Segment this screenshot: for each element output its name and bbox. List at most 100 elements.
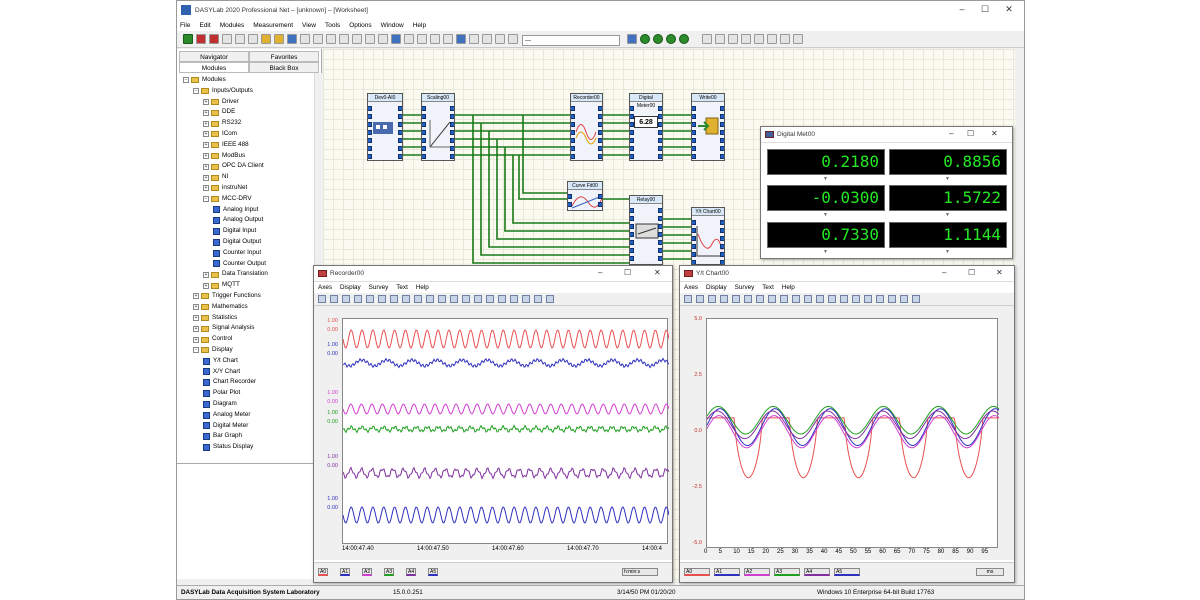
module-pin[interactable] (692, 228, 696, 233)
module-pin[interactable] (720, 236, 724, 241)
tree-item[interactable]: + Data Translation (203, 269, 268, 280)
module-pin[interactable] (598, 106, 602, 111)
module-pin[interactable] (598, 130, 602, 135)
tree-item[interactable]: Chart Recorder (203, 377, 256, 388)
toolbar-combo[interactable]: --- (522, 35, 620, 46)
expand-icon[interactable]: + (203, 109, 209, 116)
module-pin[interactable] (658, 216, 662, 221)
module-pin[interactable] (630, 106, 634, 111)
tree-item[interactable]: + RS232 (203, 118, 241, 129)
module-pin[interactable] (630, 224, 634, 229)
toolbar-button-icon[interactable] (352, 34, 362, 44)
digital-meter-window[interactable]: Digital Met00 – ☐ ✕ 0.2180 0.8856 -0.030… (760, 126, 1013, 259)
module-pin[interactable] (720, 228, 724, 233)
chart-tool-icon[interactable] (720, 295, 728, 303)
module-pin[interactable] (568, 202, 572, 207)
module-pin[interactable] (422, 146, 426, 151)
chart-tool-icon[interactable] (474, 295, 482, 303)
tree-item[interactable]: Polar Plot (203, 388, 240, 399)
chart-tool-icon[interactable] (756, 295, 764, 303)
module-pin[interactable] (398, 138, 402, 143)
module-pin[interactable] (398, 154, 402, 159)
toolbar-run-icon[interactable] (627, 34, 637, 44)
expand-icon[interactable]: − (203, 196, 209, 203)
module-write00[interactable]: Write00 (691, 93, 725, 161)
module-pin[interactable] (658, 224, 662, 229)
chart-tool-icon[interactable] (684, 295, 692, 303)
chart-tool-icon[interactable] (768, 295, 776, 303)
expand-icon[interactable]: + (203, 120, 209, 127)
tree-item[interactable]: + ICom (203, 129, 237, 140)
digital-meter-maximize[interactable]: ☐ (967, 129, 974, 138)
chart-tool-icon[interactable] (900, 295, 908, 303)
toolbar-run-icon[interactable] (666, 34, 676, 44)
module-pin[interactable] (598, 122, 602, 127)
module-pin[interactable] (598, 114, 602, 119)
chart-tool-icon[interactable] (792, 295, 800, 303)
tree-item[interactable]: X/Y Chart (203, 367, 240, 378)
tree-item[interactable]: + instruNet (203, 183, 247, 194)
module-pin[interactable] (398, 130, 402, 135)
expand-icon[interactable]: + (193, 336, 199, 343)
expand-icon[interactable]: − (193, 88, 199, 95)
module-pin[interactable] (450, 106, 454, 111)
toolbar-button-icon[interactable] (222, 34, 232, 44)
expand-icon[interactable]: − (193, 347, 199, 354)
chart-tool-icon[interactable] (522, 295, 530, 303)
module-pin[interactable] (658, 240, 662, 245)
menu-file[interactable]: File (180, 22, 190, 29)
expand-icon[interactable]: + (203, 152, 209, 159)
module-pin[interactable] (692, 114, 696, 119)
module-pin[interactable] (450, 114, 454, 119)
module-pin[interactable] (598, 194, 602, 199)
toolbar-button-icon[interactable] (780, 34, 790, 44)
module-pin[interactable] (658, 256, 662, 261)
chart-tool-icon[interactable] (390, 295, 398, 303)
expand-icon[interactable]: + (193, 325, 199, 332)
yt-channel-A3[interactable]: A3 (774, 568, 800, 576)
toolbar-button-icon[interactable] (313, 34, 323, 44)
chart-tool-icon[interactable] (804, 295, 812, 303)
module-pin[interactable] (720, 244, 724, 249)
toolbar-run-icon[interactable] (653, 34, 663, 44)
module-pin[interactable] (368, 146, 372, 151)
tree-item[interactable]: − Inputs/Outputs (193, 86, 253, 97)
menu-edit[interactable]: Edit (199, 22, 210, 29)
module-pin[interactable] (422, 138, 426, 143)
recorder-minimize[interactable]: – (598, 268, 602, 277)
yt-channel-A2[interactable]: A2 (744, 568, 770, 576)
chart-tool-icon[interactable] (342, 295, 350, 303)
module-pin[interactable] (658, 146, 662, 151)
toolbar-button-icon[interactable] (404, 34, 414, 44)
digital-meter-close[interactable]: ✕ (991, 129, 998, 138)
module-pin[interactable] (630, 256, 634, 261)
chart-tool-icon[interactable] (912, 295, 920, 303)
tree-item[interactable]: + Statistics (193, 313, 237, 324)
tree-item[interactable]: Analog Input (213, 205, 258, 216)
menu-measurement[interactable]: Measurement (253, 22, 293, 29)
module-pin[interactable] (720, 154, 724, 159)
module-pin[interactable] (692, 154, 696, 159)
tree-item[interactable]: + Trigger Functions (193, 291, 261, 302)
module-pin[interactable] (450, 146, 454, 151)
toolbar-button-icon[interactable] (261, 34, 271, 44)
tree-item[interactable]: Y/t Chart (203, 356, 238, 367)
expand-icon[interactable]: + (193, 293, 199, 300)
menu-options[interactable]: Options (349, 22, 371, 29)
yt-chart-window[interactable]: Y/t Chart00 – ☐ ✕ Axes Display Survey Te… (679, 265, 1015, 583)
toolbar-button-icon[interactable] (715, 34, 725, 44)
module-pin[interactable] (398, 146, 402, 151)
module-pin[interactable] (630, 248, 634, 253)
toolbar-button-icon[interactable] (365, 34, 375, 44)
expand-icon[interactable]: + (203, 142, 209, 149)
chart-tool-icon[interactable] (780, 295, 788, 303)
menu-help[interactable]: Help (413, 22, 426, 29)
module-pin[interactable] (720, 114, 724, 119)
tree-item[interactable]: − Modules (183, 75, 226, 86)
expand-icon[interactable]: + (203, 271, 209, 278)
module-pin[interactable] (720, 146, 724, 151)
recorder-channel-A0[interactable]: A0 (318, 568, 329, 576)
toolbar-button-icon[interactable] (430, 34, 440, 44)
close-button[interactable]: ✕ (999, 4, 1019, 15)
module-scaling00[interactable]: Scaling00 (421, 93, 455, 161)
